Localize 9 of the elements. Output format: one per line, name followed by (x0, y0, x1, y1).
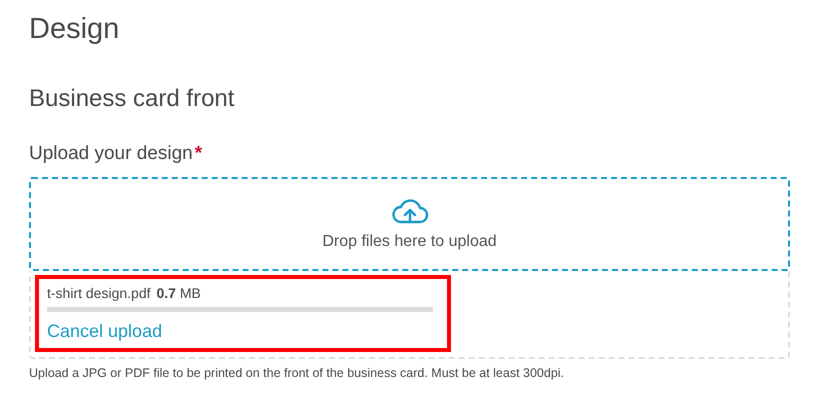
file-size: 0.7 MB (156, 285, 201, 301)
file-name: t-shirt design.pdf (47, 285, 150, 301)
drop-zone[interactable]: Drop files here to upload (29, 177, 790, 271)
section-title: Business card front (29, 84, 236, 114)
required-mark: * (194, 142, 202, 166)
drop-hint: Drop files here to upload (322, 233, 497, 251)
help-text: Upload a JPG or PDF file to be printed on the front of the business card. Must be at least 300dpi. (29, 366, 566, 380)
page-title: Design (29, 12, 120, 47)
field-label: Upload your design (29, 142, 193, 166)
